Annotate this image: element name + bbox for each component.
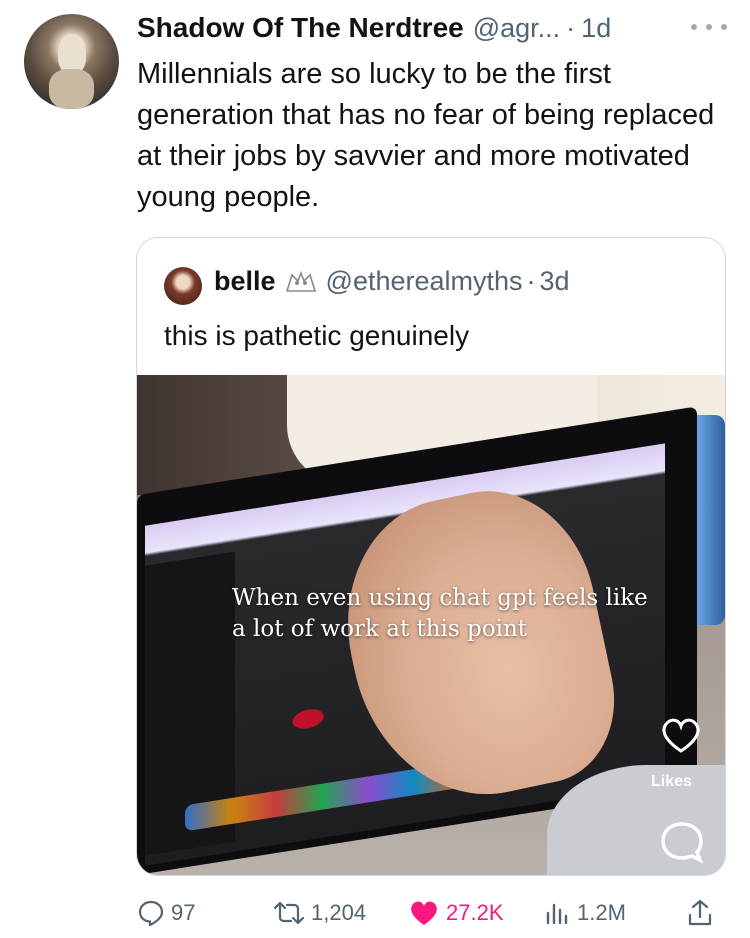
tweet-action-bar: 97 1,204 27.2K 1.2M [0,895,750,931]
author-handle[interactable]: @agr... [473,13,560,44]
tweet-text: Millennials are so lucky to be the first… [137,58,715,213]
heart-outline-icon[interactable] [659,715,703,755]
quoted-author-name[interactable]: belle [214,266,276,297]
retweet-button[interactable]: 1,204 [273,895,366,931]
video-caption: When even using chat gpt feels like a lo… [232,585,648,642]
separator-dot: · [526,266,536,296]
comment-bubble-icon[interactable] [659,819,705,865]
quoted-header: belle @etherealmyths · 3d [214,266,570,297]
share-button[interactable] [686,895,714,931]
tweet-header: Shadow Of The Nerdtree @agr... · 1d [137,12,737,48]
reply-button[interactable]: 97 [137,895,195,931]
heart-filled-icon [411,901,437,925]
more-horizontal-icon[interactable] [691,24,727,34]
quoted-handle[interactable]: @etherealmyths [326,266,523,297]
retweet-icon [273,901,305,925]
retweet-count: 1,204 [311,900,367,925]
reply-count: 97 [171,900,196,925]
view-count: 1.2M [577,900,626,925]
like-button[interactable]: 27.2K [408,895,504,931]
views-bar-chart-icon [546,903,568,925]
quoted-avatar[interactable] [164,267,202,305]
share-icon [688,899,712,926]
reply-icon [138,900,164,927]
like-count: 27.2K [446,900,504,925]
avatar-fox-face [58,34,86,74]
views-button[interactable]: 1.2M [543,895,626,931]
author-name[interactable]: Shadow Of The Nerdtree [137,12,464,44]
quoted-tweet[interactable]: belle @etherealmyths · 3d this is pathet… [136,237,726,876]
quoted-video[interactable]: When even using chat gpt feels like a lo… [137,375,725,875]
avatar-fox-body [49,69,94,109]
tweet-time[interactable]: 1d [581,13,611,44]
quoted-time[interactable]: 3d [540,266,570,297]
separator-dot: · [566,13,576,43]
video-likes-label: Likes [651,773,692,790]
author-avatar[interactable] [24,14,119,109]
owl-badge-icon [285,270,316,292]
quoted-text: this is pathetic genuinely [164,320,470,351]
